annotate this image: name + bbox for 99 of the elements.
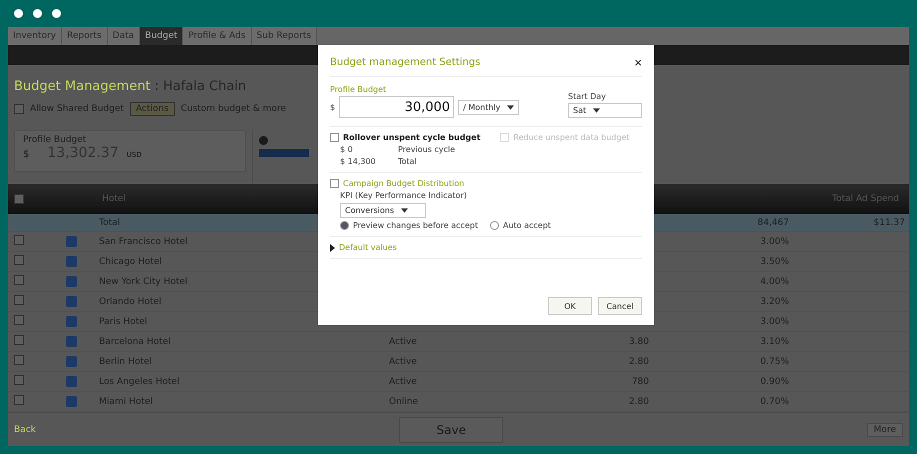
- hotel-icon: [66, 316, 77, 327]
- table-cell: Orlando Hotel: [99, 296, 162, 306]
- table-cell: 2.80: [628, 396, 649, 406]
- field-label: Profile Budget: [330, 85, 388, 94]
- hotel-icon: [66, 336, 77, 347]
- table-cell-text: 4.00%: [759, 276, 789, 286]
- row-checkbox[interactable]: [14, 315, 24, 325]
- hotel-icon: [66, 236, 77, 247]
- row-checkbox[interactable]: [14, 255, 24, 265]
- back-link[interactable]: Back: [14, 424, 36, 434]
- start-day-dropdown[interactable]: Sat: [568, 103, 642, 118]
- table-cell-text: 3.00%: [759, 236, 789, 246]
- table-cell-text: $11.37: [872, 218, 906, 228]
- page-title: Budget Management: [14, 79, 151, 94]
- dialog-title: Budget management Settings: [330, 57, 480, 68]
- hotel-icon: [66, 376, 77, 387]
- hotel-icon: [66, 356, 77, 367]
- table-cell: Berlin Hotel: [99, 356, 152, 366]
- currency-sign: $: [23, 149, 30, 160]
- row-checkbox[interactable]: [14, 335, 24, 345]
- table-cell: Los Angeles Hotel: [99, 376, 180, 386]
- checkbox[interactable]: [330, 133, 339, 142]
- row-checkbox[interactable]: [14, 295, 24, 305]
- select-all-checkbox[interactable]: [14, 194, 24, 204]
- checkbox-label: Campaign Budget Distribution: [343, 179, 464, 188]
- row-checkbox[interactable]: [14, 355, 24, 365]
- checkbox-label: Allow Shared Budget: [30, 104, 124, 114]
- row-checkbox[interactable]: [14, 395, 24, 405]
- checkbox[interactable]: [330, 179, 339, 188]
- nav-tab[interactable]: Reports: [62, 27, 108, 45]
- table-cell: New York City Hotel: [99, 276, 188, 286]
- table-cell: 3.80: [628, 336, 649, 346]
- hotel-icon: [66, 276, 77, 287]
- table-cell: Paris Hotel: [99, 316, 148, 326]
- kpi-dropdown[interactable]: Conversions: [340, 203, 426, 218]
- table-cell: Active: [389, 336, 417, 346]
- table-cell: Miami Hotel: [99, 396, 153, 406]
- field-label: KPI (Key Performance Indicator): [339, 191, 468, 200]
- nav-tab[interactable]: Sub Reports: [252, 27, 318, 45]
- checkbox-label: Reduce unspent data budget: [513, 133, 630, 142]
- nav-tab[interactable]: Inventory: [8, 27, 62, 45]
- cycle-label: Total: [398, 157, 417, 166]
- table-cell-text: 3.00%: [759, 316, 789, 326]
- checkbox[interactable]: [14, 104, 24, 114]
- table-cell-text: 3.10%: [759, 336, 789, 346]
- table-cell-text: 0.70%: [759, 396, 789, 406]
- table-cell: 780: [632, 376, 649, 386]
- radio-label: Preview changes before accept: [353, 221, 478, 230]
- window-dot-icon: [52, 9, 61, 18]
- cycle-amount: $ 14,300: [340, 157, 377, 166]
- caret-icon: [506, 104, 514, 110]
- radio-button[interactable]: [490, 221, 499, 230]
- period-dropdown[interactable]: / Monthly: [458, 100, 519, 114]
- radio-label: Auto accept: [502, 221, 551, 230]
- table-cell: 2.80: [628, 356, 649, 366]
- table-cell-text: 84,467: [756, 218, 789, 228]
- window-dot-icon: [14, 9, 23, 18]
- ok-button[interactable]: OK: [548, 297, 592, 315]
- table-cell-text: 0.90%: [759, 376, 789, 386]
- budget-input[interactable]: 30,000: [339, 96, 454, 118]
- more-button[interactable]: More: [866, 422, 903, 436]
- table-cell-text: 0.75%: [759, 356, 789, 366]
- table-cell-text: 3.50%: [759, 256, 789, 266]
- nav-tab[interactable]: Data: [108, 27, 140, 45]
- table-cell-text: 3.20%: [759, 296, 789, 306]
- hotel-icon: [66, 396, 77, 407]
- nav-tab[interactable]: Budget: [140, 27, 184, 45]
- cancel-button[interactable]: Cancel: [598, 297, 642, 315]
- table-cell: San Francisco Hotel: [99, 236, 188, 246]
- caret-icon: [592, 108, 600, 113]
- table-cell: Active: [389, 356, 417, 366]
- table-cell: Active: [389, 376, 417, 386]
- default-values-link[interactable]: Default values: [339, 243, 397, 252]
- currency-sign: $: [330, 102, 336, 112]
- row-checkbox[interactable]: [14, 275, 24, 285]
- window-dot-icon: [33, 9, 42, 18]
- hotel-icon: [66, 296, 77, 307]
- hotel-icon: [66, 256, 77, 267]
- close-button[interactable]: ×: [634, 55, 642, 70]
- table-cell: Online: [389, 396, 418, 406]
- field-label: Start Day: [568, 92, 607, 101]
- table-cell: Total: [99, 218, 120, 228]
- row-checkbox[interactable]: [14, 235, 24, 245]
- nav-tab[interactable]: Profile & Ads: [183, 27, 252, 45]
- cycle-amount: $ 0: [340, 145, 354, 154]
- table-cell: Barcelona Hotel: [99, 336, 171, 346]
- table-cell: Chicago Hotel: [99, 256, 162, 266]
- tag-badge: [259, 149, 309, 157]
- row-checkbox[interactable]: [14, 375, 24, 385]
- save-button[interactable]: Save: [399, 416, 504, 442]
- column-header: Hotel: [102, 194, 126, 204]
- note-text: Custom budget & more: [180, 104, 286, 114]
- panel-label: Profile Budget: [23, 135, 88, 145]
- checkbox-label: Rollover unspent cycle budget: [343, 133, 480, 142]
- radio-button[interactable]: [340, 221, 349, 230]
- info-icon: [259, 136, 268, 145]
- cycle-label: Previous cycle: [398, 145, 456, 154]
- column-header: Total Ad Spend: [832, 194, 899, 204]
- expand-arrow-icon[interactable]: [330, 244, 335, 252]
